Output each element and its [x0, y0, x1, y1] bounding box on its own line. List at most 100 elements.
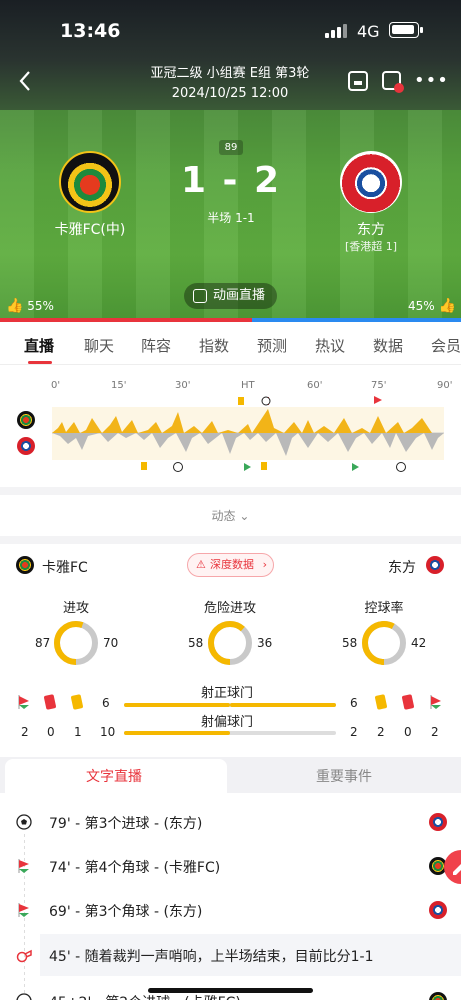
timeline-tick: 15' [111, 380, 127, 391]
stat-label-dangerous-attack: 危险进攻 [203, 601, 256, 616]
list-item[interactable]: 79' - 第3个进球 - (东方) [0, 801, 461, 843]
football-icon [16, 993, 32, 1000]
away-team-logo[interactable] [340, 151, 402, 213]
stat-label-possession: 控球率 [364, 601, 404, 616]
match-datetime: 2024/10/25 12:00 [171, 86, 289, 101]
floating-action-button[interactable] [444, 850, 461, 884]
tab-member[interactable]: 会员 [431, 335, 461, 356]
football-icon [396, 462, 406, 472]
shots-on-home: 6 [102, 696, 110, 710]
away-team-mini-logo [17, 437, 35, 455]
home-team-mini-logo [429, 992, 447, 1000]
list-item[interactable]: 69' - 第3个角球 - (东方) [0, 889, 461, 931]
thumbs-up-icon: 👍 [438, 298, 456, 314]
half-time-score: 半场 1-1 [207, 211, 255, 225]
status-time: 13:46 [60, 20, 121, 42]
momentum-chart [52, 396, 444, 472]
animation-live-button[interactable]: 动画直播 [184, 283, 277, 309]
away-vote[interactable]: 45% 👍 [408, 298, 456, 314]
corner-flag-icon [430, 695, 441, 709]
timeline-tick: 90' [437, 380, 453, 391]
home-corners: 2 [21, 725, 29, 739]
shots-on-label: 射正球门 [201, 686, 254, 701]
warning-icon: ⚠ [196, 558, 206, 571]
corner-flag-icon [374, 396, 382, 404]
yellow-card-icon [238, 397, 244, 405]
red-card-icon [43, 694, 57, 710]
back-icon[interactable] [18, 70, 38, 94]
timeline-tick: 0' [51, 380, 61, 391]
event-text: 79' - 第3个进球 - (东方) [49, 816, 203, 832]
tab-chat[interactable]: 聊天 [84, 335, 114, 356]
attack-home: 87 [35, 636, 51, 650]
shots-on-away: 6 [350, 696, 358, 710]
shots-off-bar-away [230, 731, 252, 735]
possession-home: 58 [342, 636, 358, 650]
shots-on-bar-away [230, 703, 336, 707]
home-vote[interactable]: 👍 55% [6, 298, 54, 314]
away-team-league: [香港超 1] [344, 240, 398, 253]
timeline-tick: 30' [175, 380, 191, 391]
away-vote-percent: 45% [408, 299, 435, 313]
network-label: 4G [357, 22, 380, 41]
dynamics-toggle[interactable]: 动态 ⌄ [0, 497, 461, 535]
whistle-icon [16, 949, 32, 963]
attack-away: 70 [103, 636, 119, 650]
record-icon[interactable] [381, 70, 404, 93]
vote-bar [0, 318, 461, 322]
divider [0, 536, 461, 544]
away-team-mini-logo [429, 813, 447, 831]
signal-icon [325, 24, 347, 38]
away-yellow-cards: 2 [377, 725, 385, 739]
red-card-icon [401, 694, 415, 710]
play-icon [193, 289, 207, 303]
away-team-mini-logo [426, 556, 444, 574]
divider [0, 487, 461, 495]
stat-label-attack: 进攻 [62, 601, 89, 616]
yellow-card-icon [374, 694, 388, 710]
tab-odds[interactable]: 指数 [199, 335, 229, 356]
dangerous-attack-away: 36 [257, 636, 273, 650]
momentum-timeline: 0' 15' 30' HT 60' 75' 90' [0, 366, 461, 490]
home-indicator [148, 988, 313, 993]
deep-data-button[interactable]: ⚠ 深度数据 › [187, 553, 274, 577]
tab-prediction[interactable]: 预测 [257, 335, 287, 356]
tab-key-events[interactable]: 重要事件 [316, 766, 372, 786]
chevron-down-icon: ⌄ [239, 509, 250, 523]
list-item-highlight[interactable]: 45' - 随着裁判一声哨响，上半场结束，目前比分1-1 [40, 934, 461, 976]
home-team-name[interactable]: 卡雅FC(中) [30, 219, 150, 239]
football-icon [173, 462, 183, 472]
away-corners: 2 [431, 725, 439, 739]
tab-live[interactable]: 直播 [24, 335, 54, 356]
event-text: 45' - 随着裁判一声哨响，上半场结束，目前比分1-1 [49, 949, 374, 965]
deep-data-label: 深度数据 [210, 558, 254, 571]
home-team-logo[interactable] [59, 151, 121, 213]
away-team-name[interactable]: 东方 [311, 219, 431, 239]
dynamics-label: 动态 [211, 509, 236, 523]
away-team-short: 东方 [388, 560, 416, 576]
shots-off-home: 10 [100, 725, 116, 739]
dangerous-attack-home: 58 [188, 636, 204, 650]
competition-title: 亚冠二级 小组赛 E组 第3轮 [150, 66, 310, 81]
tab-text-live[interactable]: 文字直播 [86, 766, 142, 786]
more-icon[interactable]: ••• [414, 70, 449, 91]
timeline-tick: 60' [307, 380, 323, 391]
corner-flag-icon [18, 859, 29, 873]
corner-flag-icon [18, 695, 29, 709]
tab-discussion[interactable]: 热议 [315, 335, 345, 356]
yellow-card-icon [141, 462, 147, 470]
home-vote-percent: 55% [27, 299, 54, 313]
tab-lineup[interactable]: 阵容 [141, 335, 171, 356]
event-text: 45+2' - 第2个进球 - (卡雅FC) [49, 992, 241, 1000]
list-item[interactable]: 74' - 第4个角球 - (卡雅FC) [0, 845, 461, 887]
save-icon[interactable] [347, 70, 369, 92]
event-text: 74' - 第4个角球 - (卡雅FC) [49, 860, 221, 876]
tab-data[interactable]: 数据 [373, 335, 403, 356]
active-tab-indicator [28, 361, 52, 364]
timeline-tick: HT [241, 380, 255, 391]
home-red-cards: 0 [47, 725, 55, 739]
home-team-short: 卡雅FC [42, 560, 88, 576]
shots-off-bar-home [124, 731, 230, 735]
shots-off-away: 2 [350, 725, 358, 739]
status-bar: 13:46 4G [0, 0, 461, 60]
